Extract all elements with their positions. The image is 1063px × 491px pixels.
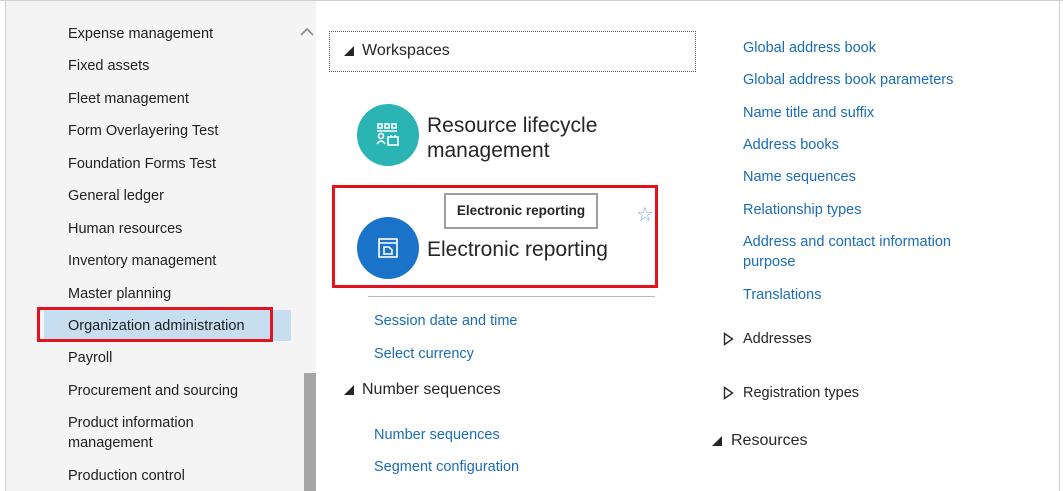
resource-lifecycle-icon — [357, 104, 419, 166]
resources-title: Resources — [731, 432, 808, 449]
link-name-title-and-suffix[interactable]: Name title and suffix — [743, 103, 874, 123]
link-global-address-book[interactable]: Global address book — [743, 38, 876, 58]
collapsed-caret-icon[interactable] — [723, 386, 734, 400]
expanded-caret-icon[interactable] — [711, 435, 723, 447]
window-right-border — [1059, 0, 1060, 491]
link-number-sequences[interactable]: Number sequences — [374, 425, 500, 445]
sidebar-item-production-control[interactable]: Production control — [68, 466, 185, 486]
expanded-caret-icon[interactable] — [343, 384, 355, 396]
group-addresses[interactable]: Addresses — [743, 329, 812, 349]
expanded-caret-icon — [344, 46, 354, 56]
sidebar-item-product-information-management[interactable]: Product information management — [68, 413, 228, 453]
scroll-up-icon[interactable] — [299, 25, 315, 39]
sidebar-scrollbar-thumb[interactable] — [304, 373, 316, 491]
sidebar-item-procurement-and-sourcing[interactable]: Procurement and sourcing — [68, 381, 238, 401]
link-segment-configuration[interactable]: Segment configuration — [374, 457, 519, 477]
sidebar-item-inventory-management[interactable]: Inventory management — [68, 251, 216, 271]
collapsed-caret-icon[interactable] — [723, 332, 734, 346]
link-address-books[interactable]: Address books — [743, 135, 839, 155]
sidebar-item-organization-administration[interactable]: Organization administration — [68, 316, 245, 336]
sidebar-item-form-overlayering-test[interactable]: Form Overlayering Test — [68, 121, 218, 141]
sidebar-item-general-ledger[interactable]: General ledger — [68, 186, 164, 206]
sidebar-item-fixed-assets[interactable]: Fixed assets — [68, 56, 149, 76]
link-address-and-contact-information-purpose[interactable]: Address and contact information purpose — [743, 232, 983, 272]
link-select-currency[interactable]: Select currency — [374, 344, 474, 364]
star-favorite-icon[interactable]: ☆ — [636, 205, 654, 225]
tooltip-electronic-reporting: Electronic reporting — [444, 193, 598, 229]
workspaces-divider — [368, 296, 655, 297]
link-name-sequences[interactable]: Name sequences — [743, 167, 856, 187]
group-registration-types[interactable]: Registration types — [743, 383, 859, 403]
tile-label-electronic-reporting: Electronic reporting — [427, 238, 608, 261]
sidebar-item-foundation-forms-test[interactable]: Foundation Forms Test — [68, 154, 216, 174]
sidebar-item-fleet-management[interactable]: Fleet management — [68, 89, 189, 109]
number-sequences-title: Number sequences — [362, 381, 501, 398]
link-global-address-book-parameters[interactable]: Global address book parameters — [743, 70, 953, 90]
link-relationship-types[interactable]: Relationship types — [743, 200, 862, 220]
modules-sidebar: Expense management Fixed assets Fleet ma… — [6, 1, 316, 491]
link-translations[interactable]: Translations — [743, 285, 821, 305]
sidebar-item-master-planning[interactable]: Master planning — [68, 284, 171, 304]
link-session-date-and-time[interactable]: Session date and time — [374, 311, 517, 331]
electronic-reporting-icon — [357, 217, 419, 279]
workspaces-title: Workspaces — [362, 42, 450, 59]
sidebar-item-expense-management[interactable]: Expense management — [68, 24, 213, 44]
sidebar-item-human-resources[interactable]: Human resources — [68, 219, 182, 239]
tile-label-resource-lifecycle: Resource lifecycle management — [427, 114, 598, 162]
sidebar-item-payroll[interactable]: Payroll — [68, 348, 112, 368]
